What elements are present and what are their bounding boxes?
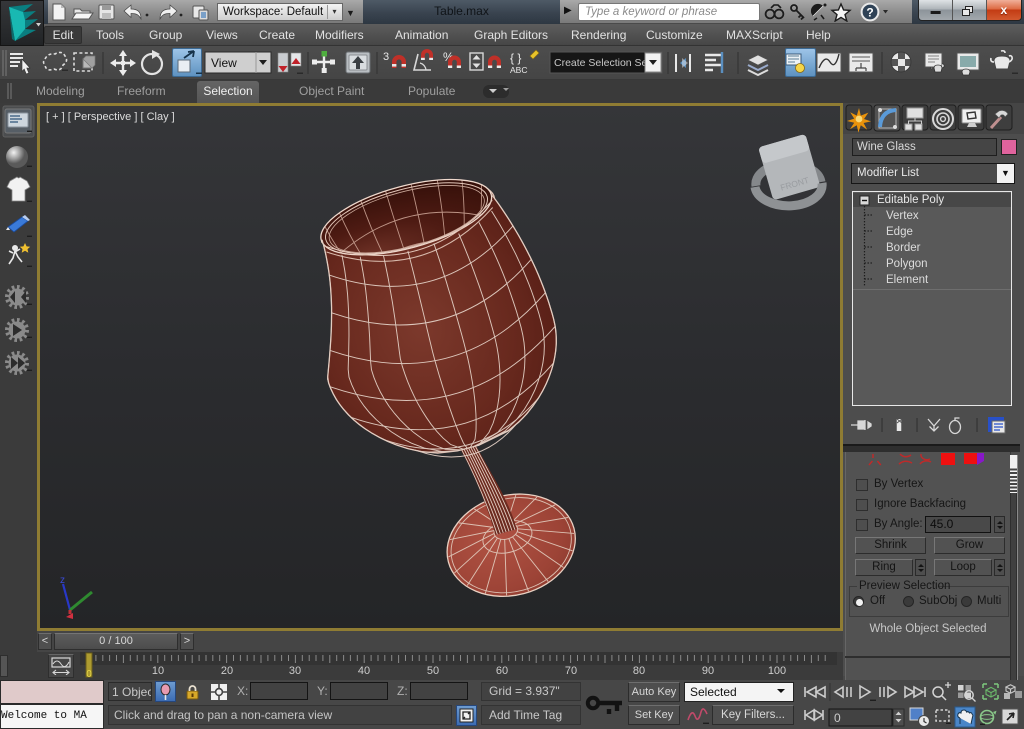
svg-text:10: 10: [152, 665, 164, 677]
svg-text:20: 20: [221, 665, 233, 677]
svg-text:z: z: [60, 575, 65, 586]
svg-text:70: 70: [565, 665, 577, 677]
svg-text:3: 3: [383, 51, 389, 63]
svg-text:40: 40: [358, 665, 370, 677]
svg-text:0: 0: [86, 669, 92, 680]
svg-text:ABC: ABC: [510, 65, 527, 75]
svg-text:0: 0: [834, 711, 841, 725]
svg-text:View: View: [211, 56, 237, 70]
svg-text:100: 100: [768, 665, 786, 677]
svg-text:?: ?: [866, 6, 873, 20]
svg-text:60: 60: [496, 665, 508, 677]
svg-text:30: 30: [289, 665, 301, 677]
svg-text:{ }: { }: [510, 51, 521, 65]
svg-text:Create Selection Se: Create Selection Se: [554, 57, 648, 69]
svg-text:50: 50: [427, 665, 439, 677]
svg-text:80: 80: [633, 665, 645, 677]
svg-text:90: 90: [702, 665, 714, 677]
